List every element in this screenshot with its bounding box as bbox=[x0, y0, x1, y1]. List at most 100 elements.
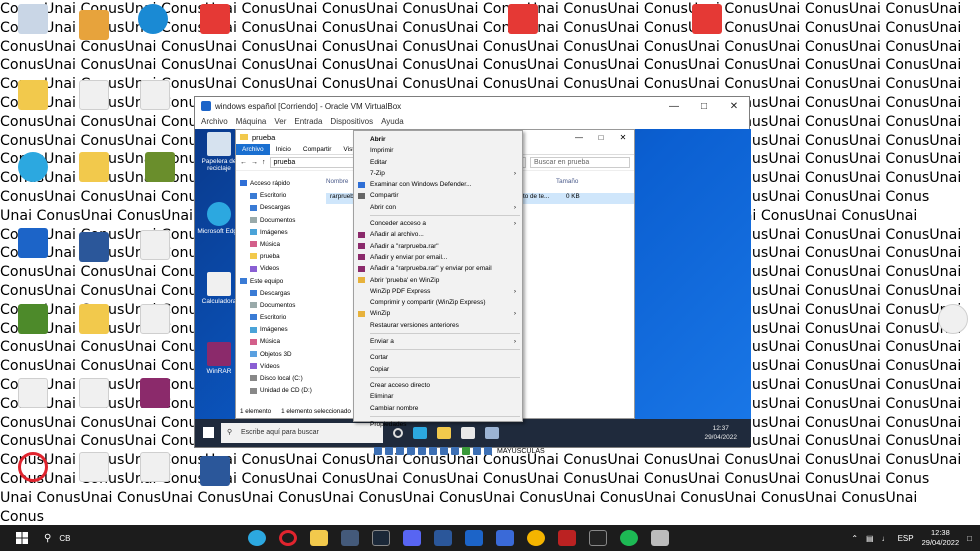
chevron-up-icon[interactable]: ⌃ bbox=[851, 534, 858, 543]
document-icon[interactable] bbox=[140, 304, 170, 334]
document-icon[interactable] bbox=[79, 452, 109, 482]
nav-item[interactable]: Unidad de CD (D:) bbox=[240, 385, 318, 397]
nav-item[interactable]: Objetos 3D bbox=[240, 349, 318, 361]
context-menu-item[interactable]: Examinar con Windows Defender... bbox=[354, 179, 522, 190]
context-menu-item[interactable]: Comprimir y compartir (WinZip Express) bbox=[354, 297, 522, 308]
document-icon[interactable] bbox=[18, 378, 48, 408]
virtualbox-icon[interactable] bbox=[465, 530, 484, 546]
guest-clock[interactable]: 12:37 29/04/2022 bbox=[704, 424, 737, 442]
package-icon[interactable] bbox=[145, 152, 175, 182]
document-icon[interactable] bbox=[938, 304, 968, 334]
recycle-bin-icon[interactable] bbox=[207, 132, 231, 156]
search-icon[interactable]: ⚲ bbox=[44, 533, 51, 544]
app-icon[interactable] bbox=[651, 530, 670, 546]
document-icon[interactable] bbox=[140, 80, 170, 110]
word-icon[interactable] bbox=[200, 456, 230, 486]
menu-ver[interactable]: Ver bbox=[274, 117, 286, 126]
keyboard-icon[interactable] bbox=[484, 447, 492, 455]
folder-icon[interactable] bbox=[18, 80, 48, 110]
document-icon[interactable] bbox=[79, 80, 109, 110]
spotify-icon[interactable] bbox=[620, 530, 639, 546]
mouse-icon[interactable] bbox=[473, 447, 481, 455]
edge-icon[interactable] bbox=[248, 530, 267, 546]
context-menu-item[interactable]: Restaurar versiones anteriores bbox=[354, 320, 522, 331]
context-menu-item[interactable]: Cortar bbox=[354, 352, 522, 363]
tab-inicio[interactable]: Inicio bbox=[270, 146, 297, 153]
context-menu-item[interactable]: Crear acceso directo bbox=[354, 380, 522, 391]
back-arrow-icon[interactable]: ← bbox=[240, 159, 247, 166]
windows-start-icon[interactable] bbox=[12, 525, 32, 551]
minecraft-icon[interactable] bbox=[18, 304, 48, 334]
nav-item[interactable]: Disco local (C:) bbox=[240, 373, 318, 385]
nav-item[interactable]: Vídeos bbox=[240, 361, 318, 373]
optical-drive-icon[interactable] bbox=[385, 447, 393, 455]
discord-icon[interactable] bbox=[403, 530, 422, 546]
context-menu-item[interactable]: WinZip PDF Express › bbox=[354, 286, 522, 297]
menu-ayuda[interactable]: Ayuda bbox=[381, 117, 404, 126]
game-icon[interactable] bbox=[558, 530, 577, 546]
maximize-icon[interactable]: □ bbox=[689, 101, 719, 112]
menu-archivo[interactable]: Archivo bbox=[201, 117, 228, 126]
nav-item[interactable]: Acceso rápido bbox=[240, 178, 318, 190]
nav-item[interactable]: Documentos bbox=[240, 300, 318, 312]
nav-item[interactable]: Música bbox=[240, 239, 318, 251]
chrome-icon[interactable] bbox=[527, 530, 546, 546]
pdf-icon[interactable] bbox=[508, 4, 538, 34]
context-menu-item[interactable]: Cambiar nombre bbox=[354, 403, 522, 414]
context-menu-item[interactable]: Copiar bbox=[354, 364, 522, 375]
context-menu-item[interactable]: Abrir con › bbox=[354, 202, 522, 213]
recording-icon[interactable] bbox=[451, 447, 459, 455]
nav-item[interactable]: prueba bbox=[240, 251, 318, 263]
network-icon[interactable] bbox=[407, 447, 415, 455]
edge-icon[interactable] bbox=[18, 152, 48, 182]
pdf-icon[interactable] bbox=[200, 4, 230, 34]
context-menu-item[interactable]: Abrir bbox=[354, 134, 522, 145]
tab-archivo[interactable]: Archivo bbox=[236, 143, 270, 155]
winrar-icon[interactable] bbox=[140, 378, 170, 408]
volume-icon[interactable]: ♩ bbox=[882, 534, 890, 543]
network-icon[interactable]: ▤ bbox=[866, 534, 874, 543]
virtualbox-icon[interactable] bbox=[18, 228, 48, 258]
close-icon[interactable]: ✕ bbox=[612, 133, 634, 142]
context-menu-item[interactable]: Añadir a "rarprueba.rar" y enviar por em… bbox=[354, 263, 522, 274]
context-menu-item[interactable]: Compartir bbox=[354, 190, 522, 201]
context-menu-item[interactable]: Enviar a › bbox=[354, 336, 522, 347]
document-icon[interactable] bbox=[140, 452, 170, 482]
windows-start-icon[interactable] bbox=[203, 427, 214, 438]
menu-dispositivos[interactable]: Dispositivos bbox=[330, 117, 373, 126]
steam-icon[interactable] bbox=[372, 530, 391, 546]
minimize-icon[interactable]: — bbox=[568, 133, 590, 142]
menu-maquina[interactable]: Máquina bbox=[236, 117, 267, 126]
colecciones-icon[interactable] bbox=[79, 10, 109, 40]
context-menu-item[interactable]: Editar bbox=[354, 157, 522, 168]
nav-item[interactable]: Videos bbox=[240, 263, 318, 275]
nav-item[interactable]: Música bbox=[240, 336, 318, 348]
taskbar-clock[interactable]: 12:38 29/04/2022 bbox=[922, 528, 960, 548]
audio-icon[interactable] bbox=[396, 447, 404, 455]
context-menu-item[interactable]: Abrir 'prueba' en WinZip bbox=[354, 275, 522, 286]
opera-icon[interactable] bbox=[279, 530, 298, 546]
app-icon[interactable] bbox=[496, 530, 515, 546]
taskbar-search-label[interactable]: CB bbox=[59, 534, 70, 543]
maximize-icon[interactable]: □ bbox=[590, 133, 612, 142]
context-menu-item[interactable]: Eliminar bbox=[354, 391, 522, 402]
pdf-icon[interactable] bbox=[692, 4, 722, 34]
nav-item[interactable]: Escritorio bbox=[240, 190, 318, 202]
notifications-icon[interactable]: □ bbox=[967, 534, 972, 543]
search-input[interactable]: Buscar en prueba bbox=[530, 157, 630, 168]
word-icon[interactable] bbox=[79, 232, 109, 262]
minimize-icon[interactable]: — bbox=[659, 101, 689, 112]
context-menu-item[interactable]: 7-Zip › bbox=[354, 168, 522, 179]
context-menu-item[interactable]: Propiedades bbox=[354, 419, 522, 430]
context-menu-item[interactable]: Imprimir bbox=[354, 145, 522, 156]
language-indicator[interactable]: ESP bbox=[898, 534, 914, 543]
column-tamano[interactable]: Tamaño bbox=[556, 178, 616, 189]
context-menu-item[interactable]: Añadir al archivo... bbox=[354, 229, 522, 240]
virtualbox-titlebar[interactable]: windows español [Corriendo] - Oracle VM … bbox=[195, 97, 749, 115]
edge-icon[interactable] bbox=[207, 202, 231, 226]
edge-icon[interactable] bbox=[138, 4, 168, 34]
folder-icon[interactable] bbox=[79, 152, 109, 182]
file-explorer-icon[interactable] bbox=[310, 530, 329, 546]
nav-item[interactable]: Escritorio bbox=[240, 312, 318, 324]
menu-entrada[interactable]: Entrada bbox=[294, 117, 322, 126]
